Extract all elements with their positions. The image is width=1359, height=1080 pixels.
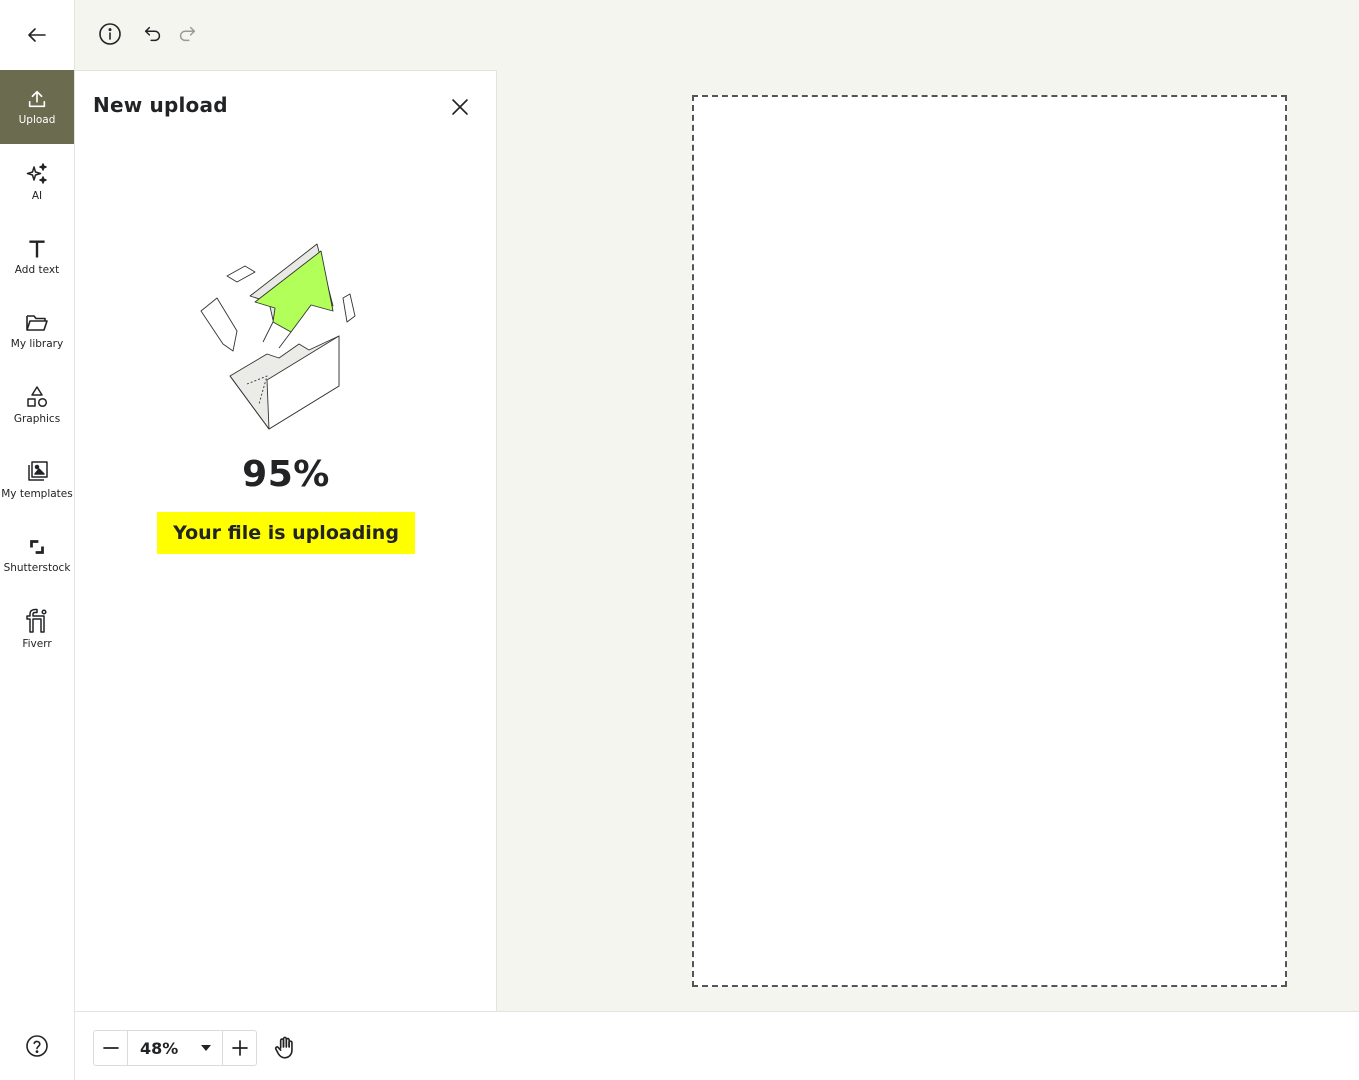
plus-icon [231, 1040, 248, 1056]
panel-title: New upload [93, 93, 228, 117]
pan-tool-button[interactable] [269, 1032, 301, 1064]
shapes-icon [27, 386, 48, 408]
back-button[interactable] [0, 0, 74, 70]
zoom-level-dropdown[interactable]: 48% [128, 1031, 222, 1065]
zoom-control: 48% [93, 1030, 257, 1066]
upload-progress-percent: 95% [242, 454, 330, 495]
rail-item-label: Fiverr [22, 638, 52, 650]
status-wrap: Your file is uploading [75, 512, 497, 554]
close-panel-button[interactable] [446, 93, 474, 121]
text-icon [29, 240, 45, 258]
sparkles-icon [26, 163, 47, 184]
top-toolbar [75, 0, 1359, 70]
undo-button[interactable] [139, 20, 167, 48]
upload-status-text: Your file is uploading [157, 512, 415, 554]
upload-illustration [200, 243, 356, 430]
rail-item-graphics[interactable]: Graphics [0, 368, 74, 442]
zoom-out-button[interactable] [94, 1031, 128, 1065]
zoom-level-value: 48% [140, 1038, 179, 1058]
left-rail: Upload AI Add text My library Graphics M… [0, 0, 75, 1080]
redo-button[interactable] [173, 20, 201, 48]
rail-item-my-library[interactable]: My library [0, 294, 74, 368]
rail-item-my-templates[interactable]: My templates [0, 443, 74, 517]
close-icon [452, 99, 468, 115]
rail-item-label: Graphics [13, 413, 61, 425]
rail-item-add-text[interactable]: Add text [0, 220, 74, 294]
shutterstock-icon [30, 540, 44, 554]
rail-item-upload[interactable]: Upload [0, 70, 74, 144]
rail-item-label: Shutterstock [3, 562, 71, 574]
arrow-left-icon [28, 28, 46, 42]
templates-icon [28, 461, 48, 481]
caret-down-icon [201, 1045, 211, 1051]
hand-icon [274, 1036, 293, 1059]
rail-item-label: Upload [18, 114, 56, 126]
help-icon [26, 1035, 48, 1057]
redo-icon [179, 26, 196, 42]
help-button[interactable] [0, 1026, 74, 1066]
upload-icon [28, 90, 46, 108]
rail-item-label: AI [31, 190, 43, 202]
undo-icon [144, 26, 161, 42]
info-icon [99, 23, 121, 45]
rail-item-ai[interactable]: AI [0, 145, 74, 219]
rail-item-label: My library [10, 338, 64, 350]
rail-item-label: Add text [14, 264, 60, 276]
design-canvas-page[interactable] [692, 95, 1287, 987]
zoom-in-button[interactable] [222, 1031, 256, 1065]
minus-icon [102, 1047, 119, 1049]
fiverr-icon [26, 608, 47, 633]
folder-icon [26, 315, 48, 331]
info-button[interactable] [96, 20, 124, 48]
upload-panel: New upload 95% Your file is uploading [75, 70, 497, 1011]
rail-item-label: My templates [1, 488, 73, 500]
rail-item-fiverr[interactable]: Fiverr [0, 592, 74, 666]
bottom-toolbar: 48% [75, 1011, 1359, 1080]
rail-item-shutterstock[interactable]: Shutterstock [0, 518, 74, 592]
